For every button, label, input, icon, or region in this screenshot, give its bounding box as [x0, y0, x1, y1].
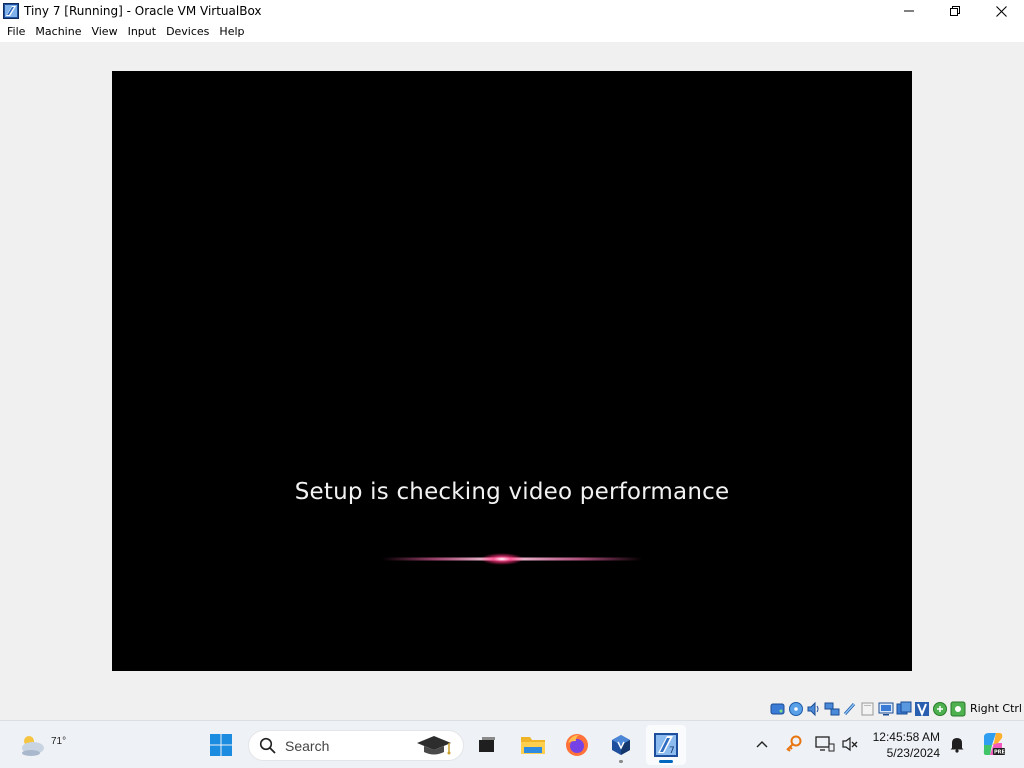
tray-key-icon-button[interactable]: [783, 733, 805, 755]
window-title: Tiny 7 [Running] - Oracle VM VirtualBox: [24, 4, 262, 18]
clock[interactable]: 12:45:58 AM 5/23/2024: [873, 729, 940, 761]
running-indicator: [619, 760, 623, 763]
virtualbox-manager-button[interactable]: [601, 725, 641, 765]
firefox-button[interactable]: [557, 725, 597, 765]
folder-icon: [521, 737, 545, 754]
network-monitor-icon: [815, 736, 835, 752]
graduation-cap-icon: [417, 736, 451, 755]
shared-folders-icon[interactable]: [860, 701, 876, 717]
usb-icon[interactable]: [842, 701, 858, 717]
search-label: Search: [285, 737, 330, 754]
vm-screen[interactable]: Setup is checking video performance: [112, 71, 912, 671]
task-view-icon: [479, 737, 495, 752]
menu-help[interactable]: Help: [214, 22, 249, 42]
setup-status-message: Setup is checking video performance: [294, 479, 730, 505]
speaker-muted-icon: [842, 736, 858, 752]
restore-button[interactable]: [932, 0, 978, 22]
key-icon: [786, 735, 802, 752]
menu-input[interactable]: Input: [123, 22, 161, 42]
task-view-button[interactable]: [467, 725, 507, 765]
clock-date: 5/23/2024: [886, 746, 940, 760]
optical-drive-icon[interactable]: [788, 701, 804, 717]
show-hidden-icons-button[interactable]: [751, 733, 773, 755]
windows-logo-icon: [210, 734, 232, 756]
host-key-label[interactable]: Right Ctrl: [970, 702, 1022, 715]
menu-bar: File Machine View Input Devices Help: [0, 22, 1024, 42]
virtualbox-icon: [3, 3, 19, 19]
hard-disk-icon[interactable]: [770, 701, 786, 717]
start-button[interactable]: [201, 725, 241, 765]
chevron-up-icon: [756, 741, 768, 748]
vm-display-area: Setup is checking video performance: [0, 42, 1024, 698]
virtualbox-vm-button[interactable]: 7: [646, 725, 686, 765]
virtualization-icon[interactable]: [914, 701, 930, 717]
file-explorer-button[interactable]: [513, 725, 553, 765]
weather-widget[interactable]: 71°: [18, 727, 66, 763]
svg-text:PRE: PRE: [994, 750, 1006, 756]
bell-icon: [950, 738, 964, 753]
progress-glow: [382, 553, 642, 565]
virtualbox-cube-icon: [612, 735, 630, 755]
close-icon: [995, 5, 1007, 17]
network-icon[interactable]: [824, 701, 840, 717]
search-icon: [259, 737, 276, 754]
weather-cloud-icon: [22, 736, 44, 756]
vm-status-bar: Right Ctrl: [0, 698, 1024, 720]
weather-temperature: 71°: [51, 736, 67, 747]
volume-button[interactable]: [839, 733, 861, 755]
copilot-button[interactable]: PRE: [980, 731, 1006, 757]
taskbar-search[interactable]: Search: [248, 730, 464, 761]
title-bar[interactable]: Tiny 7 [Running] - Oracle VM VirtualBox: [0, 0, 1024, 22]
copilot-icon: PRE: [983, 733, 1006, 756]
restore-icon: [950, 6, 960, 16]
keyboard-icon[interactable]: [950, 701, 966, 717]
menu-machine[interactable]: Machine: [30, 22, 86, 42]
virtualbox-vm-icon: 7: [654, 733, 678, 757]
recording-icon[interactable]: [896, 701, 912, 717]
notifications-button[interactable]: [946, 733, 968, 755]
audio-icon[interactable]: [806, 701, 822, 717]
menu-devices[interactable]: Devices: [161, 22, 214, 42]
menu-view[interactable]: View: [86, 22, 122, 42]
network-status-button[interactable]: [814, 733, 836, 755]
clock-time: 12:45:58 AM: [872, 730, 940, 744]
minimize-button[interactable]: [886, 0, 932, 22]
display-icon[interactable]: [878, 701, 894, 717]
active-indicator: [659, 760, 673, 763]
taskbar: 71° Search 7 12:45:58 AM 5/23/2024 PRE: [0, 720, 1024, 768]
menu-file[interactable]: File: [2, 22, 30, 42]
minimize-icon: [904, 10, 914, 12]
mouse-integration-icon[interactable]: [932, 701, 948, 717]
close-button[interactable]: [978, 0, 1024, 22]
firefox-icon: [566, 734, 588, 756]
svg-text:7: 7: [669, 746, 675, 756]
